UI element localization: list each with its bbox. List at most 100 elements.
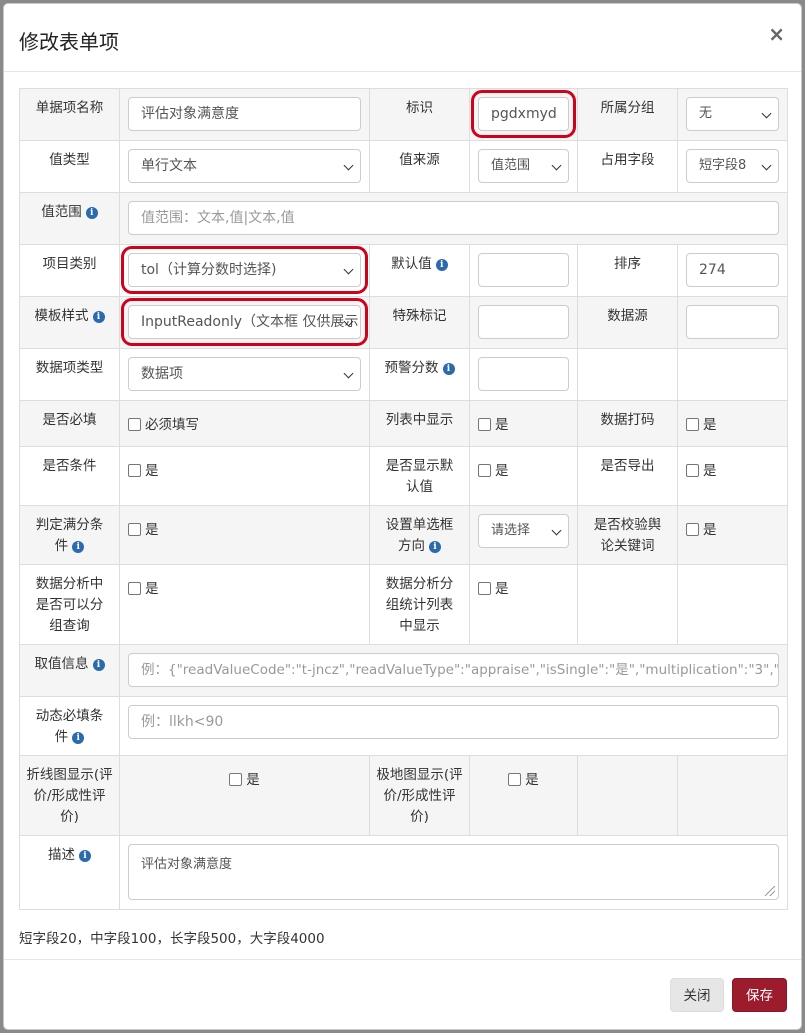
form-table: 单据项名称 评估对象满意度 标识 pgdxmyd 所属分组 无 值类型 单行文本… [19,88,788,910]
group-stats-checkbox[interactable] [478,582,491,595]
polar-chart-checkbox[interactable] [508,773,522,786]
is-condition-option-label: 是 [145,463,159,479]
identifier-label: 标识 [369,88,470,141]
group-query-checkbox[interactable] [128,582,141,595]
close-button[interactable]: 关闭 [670,978,724,1012]
chevron-down-icon [761,160,772,171]
field-slot-select[interactable]: 短字段8 [686,149,779,183]
is-condition-checkbox[interactable] [128,464,141,477]
item-name-label: 单据项名称 [19,88,120,141]
template-style-select[interactable]: InputReadonly（文本框 仅供展示 [121,298,368,346]
empty-cell [677,564,788,645]
description-textarea[interactable]: 评估对象满意度 [128,844,779,900]
show-default-label: 是否显示默认值 [369,446,470,506]
show-in-list-option-label: 是 [495,417,509,433]
item-category-select[interactable]: tol（计算分数时选择) [121,246,368,294]
export-checkbox[interactable] [686,464,699,477]
export-label: 是否导出 [577,446,678,506]
empty-cell [577,564,678,645]
info-icon[interactable]: i [85,207,98,219]
empty-cell [677,348,788,401]
verify-keyword-label: 是否校验舆论关键词 [577,505,678,565]
required-option-label: 必须填写 [145,417,199,433]
value-source-select[interactable]: 值范围 [478,149,569,183]
modal-title: 修改表单项 [19,30,119,54]
export-option-label: 是 [703,463,717,479]
info-icon[interactable]: i [72,732,85,744]
field-length-note: 短字段20，中字段100，长字段500，大字段4000 [19,931,325,947]
show-default-option-label: 是 [495,463,509,479]
required-label: 是否必填 [19,400,120,447]
chevron-down-icon [343,368,354,379]
full-score-option-label: 是 [145,522,159,538]
info-icon[interactable]: i [435,259,448,271]
value-type-select[interactable]: 单行文本 [128,149,361,183]
info-icon[interactable]: i [92,311,105,323]
value-source-label: 值来源 [369,140,470,193]
info-icon[interactable]: i [72,541,85,553]
chevron-down-icon [761,108,772,119]
group-label: 所属分组 [577,88,678,141]
data-mask-checkbox[interactable] [686,418,699,431]
single-select-dir-label: 设置单选框方向 i [369,505,470,565]
is-condition-label: 是否条件 [19,446,120,506]
sort-label: 排序 [577,244,678,297]
group-stats-option-label: 是 [495,581,509,597]
show-default-checkbox[interactable] [478,464,491,477]
full-score-checkbox[interactable] [128,523,141,536]
line-chart-label: 折线图显示(评价/形成性评价) [19,755,120,836]
save-button[interactable]: 保存 [732,978,787,1012]
value-range-input[interactable]: 值范围：文本,值|文本,值 [128,201,779,235]
special-mark-input[interactable] [478,305,569,339]
value-range-label: 值范围 i [19,192,120,245]
value-type-label: 值类型 [19,140,120,193]
group-stats-label: 数据分析分组统计列表中显示 [369,564,470,645]
empty-cell [677,755,788,836]
full-score-label: 判定满分条件 i [19,505,120,565]
verify-keyword-option-label: 是 [703,522,717,538]
chevron-down-icon [551,160,562,171]
sort-input[interactable]: 274 [686,253,779,287]
empty-cell [577,755,678,836]
polar-chart-label: 极地图显示(评价/形成性评价) [369,755,470,836]
group-select[interactable]: 无 [686,97,779,131]
info-icon[interactable]: i [442,363,455,375]
item-name-input[interactable]: 评估对象满意度 [128,97,361,131]
data-source-input[interactable] [686,305,779,339]
edit-form-item-dialog: 修改表单项 × 单据项名称 评估对象满意度 标识 pgdxmyd 所属分组 无 … [3,3,802,1030]
show-in-list-checkbox[interactable] [478,418,491,431]
fetch-info-input[interactable]: 例：{"readValueCode":"t-jncz","readValueTy… [128,653,779,687]
show-in-list-label: 列表中显示 [369,400,470,447]
empty-cell [577,348,678,401]
info-icon[interactable]: i [92,659,105,671]
line-chart-option-label: 是 [246,772,260,788]
modal-footer: 关闭 保存 [4,959,801,1031]
modal-header: 修改表单项 × [4,4,801,72]
identifier-input[interactable]: pgdxmyd [471,90,576,138]
data-item-type-select[interactable]: 数据项 [128,357,361,391]
chevron-down-icon [343,264,354,275]
verify-keyword-checkbox[interactable] [686,523,699,536]
required-checkbox[interactable] [128,418,141,431]
group-query-label: 数据分析中是否可以分组查询 [19,564,120,645]
description-label: 描述 i [19,835,120,910]
default-value-label: 默认值 i [369,244,470,297]
dynamic-required-input[interactable]: 例：llkh<90 [128,705,779,739]
data-mask-label: 数据打码 [577,400,678,447]
line-chart-checkbox[interactable] [229,773,243,786]
special-mark-label: 特殊标记 [369,296,470,349]
chevron-down-icon [343,160,354,171]
close-icon[interactable]: × [768,24,785,44]
single-select-dir-select[interactable]: 请选择 [478,514,569,548]
resize-handle-icon[interactable] [765,886,775,896]
fetch-info-label: 取值信息 i [19,644,120,697]
warning-score-label: 预警分数 i [369,348,470,401]
default-value-input[interactable] [478,253,569,287]
data-item-type-label: 数据项类型 [19,348,120,401]
info-icon[interactable]: i [429,541,441,553]
warning-score-input[interactable] [478,357,569,391]
info-icon[interactable]: i [79,850,91,862]
data-source-label: 数据源 [577,296,678,349]
chevron-down-icon [551,525,562,536]
field-slot-label: 占用字段 [577,140,678,193]
